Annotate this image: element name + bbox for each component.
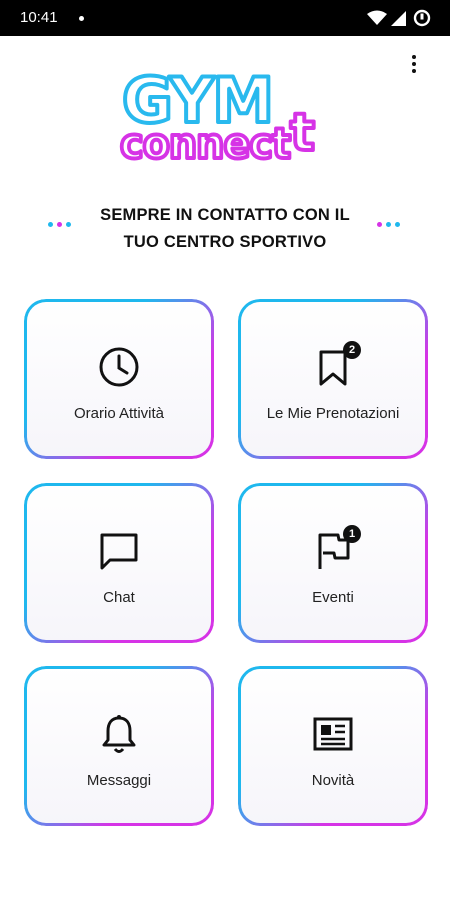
- notification-badge: 1: [343, 525, 361, 543]
- wifi-icon: [367, 10, 387, 25]
- gym-connect-logo: GYM t connect: [118, 62, 317, 170]
- clock-icon: [97, 345, 141, 389]
- tagline-line-2: TUO CENTRO SPORTIVO: [123, 233, 327, 251]
- tile-label: Orario Attività: [73, 405, 165, 422]
- tile-messaggi[interactable]: Messaggi: [24, 666, 214, 826]
- bookmark-icon: 2: [311, 341, 361, 389]
- notification-badge: 2: [343, 341, 361, 359]
- tile-label: Eventi: [312, 589, 354, 606]
- flag-icon: 1: [311, 525, 361, 573]
- tile-label: Messaggi: [86, 772, 152, 789]
- decorative-dots-right: [377, 222, 400, 227]
- tile-label: Le Mie Prenotazioni: [266, 405, 400, 422]
- signal-icon: [391, 11, 406, 26]
- tile-chat[interactable]: Chat: [24, 483, 214, 643]
- data-saver-icon: [413, 9, 431, 27]
- logo-t-text: t: [290, 103, 315, 163]
- logo-connect-text: connect: [120, 119, 291, 168]
- tile-eventi[interactable]: 1 Eventi: [238, 483, 428, 643]
- tile-label: Novità: [311, 772, 355, 789]
- tile-label: Chat: [103, 589, 135, 606]
- tagline-line-1: SEMPRE IN CONTATTO CON IL: [100, 206, 350, 224]
- notification-dot-icon: [79, 16, 84, 21]
- tagline: SEMPRE IN CONTATTO CON IL TUO CENTRO SPO…: [60, 202, 390, 256]
- status-time: 10:41: [20, 9, 58, 26]
- tile-orario-attivita[interactable]: Orario Attività: [24, 299, 214, 459]
- newspaper-icon: [311, 712, 355, 756]
- tile-le-mie-prenotazioni[interactable]: 2 Le Mie Prenotazioni: [238, 299, 428, 459]
- overflow-menu-icon[interactable]: [398, 48, 430, 80]
- tile-novita[interactable]: Novità: [238, 666, 428, 826]
- status-bar: 10:41: [0, 0, 450, 36]
- bell-icon: [97, 712, 141, 756]
- chat-icon: [97, 529, 141, 573]
